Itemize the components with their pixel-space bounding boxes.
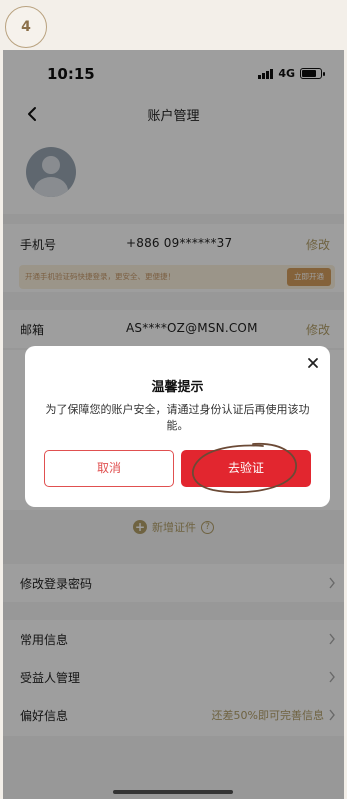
verification-dialog: 温馨提示 为了保障您的账户安全，请通过身份认证后再使用该功能。 取消 去验证 [25, 346, 330, 507]
home-indicator [113, 790, 233, 794]
phone-screen: 10:15 4G 账户管理 手机号 +886 09******37 修改 开通手… [3, 50, 344, 799]
cancel-button[interactable]: 取消 [44, 450, 174, 487]
verify-button[interactable]: 去验证 [181, 450, 311, 487]
step-number-badge: 4 [5, 6, 47, 48]
step-number: 4 [21, 19, 31, 35]
dialog-title: 温馨提示 [151, 380, 204, 395]
close-icon[interactable] [306, 356, 320, 370]
dialog-message: 为了保障您的账户安全，请通过身份认证后再使用该功能。 [45, 403, 310, 432]
